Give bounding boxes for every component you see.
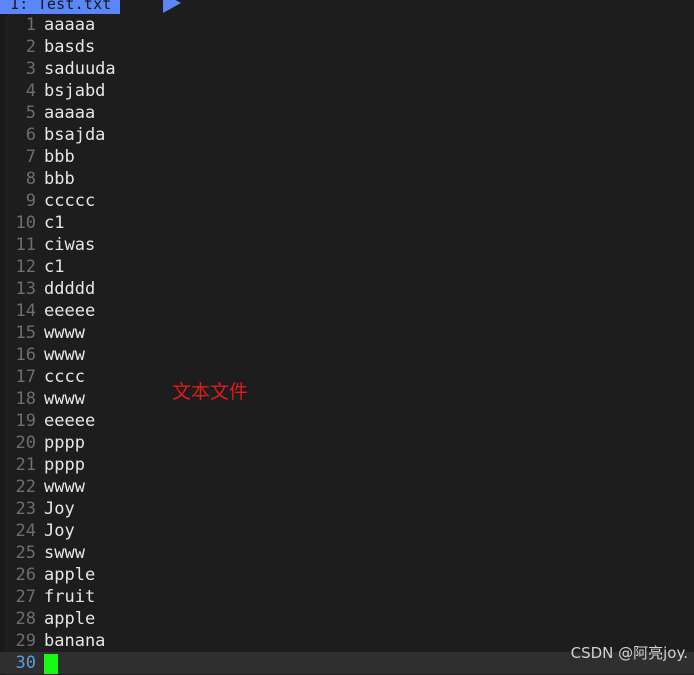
line-number: 16 [15,345,36,365]
line-number: 3 [25,59,36,79]
line-number: 9 [25,191,36,211]
line-number: 20 [15,433,36,453]
tab-test-txt[interactable]: 1: Test.txt [0,0,120,14]
editor-line[interactable]: 2 basds [0,36,694,58]
line-text: apple [44,565,96,585]
line-number: 1 [25,15,36,35]
line-text: c1 [44,213,65,233]
line-number: 4 [25,81,36,101]
line-text: wwww [44,323,85,343]
line-text: ccccc [44,191,96,211]
editor-line[interactable]: 11 ciwas [0,234,694,256]
line-number: 5 [25,103,36,123]
line-text: pppp [44,433,85,453]
editor-line[interactable]: 8 bbb [0,168,694,190]
line-text: cccc [44,367,85,387]
editor-line[interactable]: 22 wwww [0,476,694,498]
line-number: 12 [15,257,36,277]
editor-line[interactable]: 5 aaaaa [0,102,694,124]
editor-line[interactable]: 15 wwww [0,322,694,344]
line-number: 24 [15,521,36,541]
tab-arrow-icon [163,0,181,13]
line-number: 10 [15,213,36,233]
text-editor-area[interactable]: 1 aaaaa 2 basds 3 saduuda 4 bsjabd 5 aaaaa 6 bsajda… [0,14,694,675]
tab-label: 1: Test.txt [10,0,112,13]
line-text: pppp [44,455,85,475]
line-number: 25 [15,543,36,563]
line-text: eeeee [44,411,96,431]
editor-line[interactable]: 7 bbb [0,146,694,168]
line-number: 30 [15,653,36,673]
line-text: ciwas [44,235,96,255]
line-text: banana [44,631,106,651]
editor-line[interactable]: 23 Joy [0,498,694,520]
line-text: Joy [44,521,75,541]
tab-bar: 1: Test.txt [0,0,694,14]
line-text: bbb [44,147,75,167]
line-text: basds [44,37,96,57]
line-text: saduuda [44,59,116,79]
editor-line[interactable]: 24 Joy [0,520,694,542]
line-number: 6 [25,125,36,145]
text-cursor [44,654,58,674]
editor-line[interactable]: 4 bsjabd [0,80,694,102]
line-text: ddddd [44,279,96,299]
line-text: bbb [44,169,75,189]
line-text: apple [44,609,96,629]
line-text: aaaaa [44,15,96,35]
editor-line[interactable]: 16 wwww [0,344,694,366]
editor-line[interactable]: 3 saduuda [0,58,694,80]
editor-line[interactable]: 18 wwww [0,388,694,410]
line-number: 23 [15,499,36,519]
editor-window: 1: Test.txt 1 aaaaa 2 basds 3 saduuda 4 bsjabd 5… [0,0,694,675]
line-number: 22 [15,477,36,497]
line-number: 8 [25,169,36,189]
editor-lines: 1 aaaaa 2 basds 3 saduuda 4 bsjabd 5 aaaaa 6 bsajda… [0,14,694,674]
editor-line[interactable]: 9 ccccc [0,190,694,212]
annotation-label: 文本文件 [172,381,249,403]
editor-line[interactable]: 13 ddddd [0,278,694,300]
line-number: 29 [15,631,36,651]
editor-line[interactable]: 19 eeeee [0,410,694,432]
line-text: swww [44,543,85,563]
editor-line[interactable]: 17 cccc [0,366,694,388]
line-text: wwww [44,477,85,497]
line-number: 26 [15,565,36,585]
line-text: c1 [44,257,65,277]
line-number: 7 [25,147,36,167]
editor-line[interactable]: 10 c1 [0,212,694,234]
line-number: 13 [15,279,36,299]
editor-line[interactable]: 1 aaaaa [0,14,694,36]
editor-line[interactable]: 6 bsajda [0,124,694,146]
editor-line[interactable]: 26 apple [0,564,694,586]
line-text: bsjabd [44,81,106,101]
line-number: 17 [15,367,36,387]
line-text: bsajda [44,125,106,145]
line-text: aaaaa [44,103,96,123]
editor-line[interactable]: 21 pppp [0,454,694,476]
line-number: 18 [15,389,36,409]
line-number: 14 [15,301,36,321]
line-number: 28 [15,609,36,629]
line-number: 27 [15,587,36,607]
line-text: wwww [44,345,85,365]
line-number: 21 [15,455,36,475]
line-number: 11 [15,235,36,255]
editor-line[interactable]: 28 apple [0,608,694,630]
line-text: Joy [44,499,75,519]
line-number: 2 [25,37,36,57]
editor-line[interactable]: 27 fruit [0,586,694,608]
watermark: CSDN @阿亮joy. [570,644,688,662]
editor-line[interactable]: 12 c1 [0,256,694,278]
line-number: 15 [15,323,36,343]
editor-line[interactable]: 14 eeeee [0,300,694,322]
editor-line[interactable]: 25 swww [0,542,694,564]
line-text: eeeee [44,301,96,321]
line-number: 19 [15,411,36,431]
line-text: fruit [44,587,96,607]
editor-line[interactable]: 20 pppp [0,432,694,454]
line-text: wwww [44,389,85,409]
